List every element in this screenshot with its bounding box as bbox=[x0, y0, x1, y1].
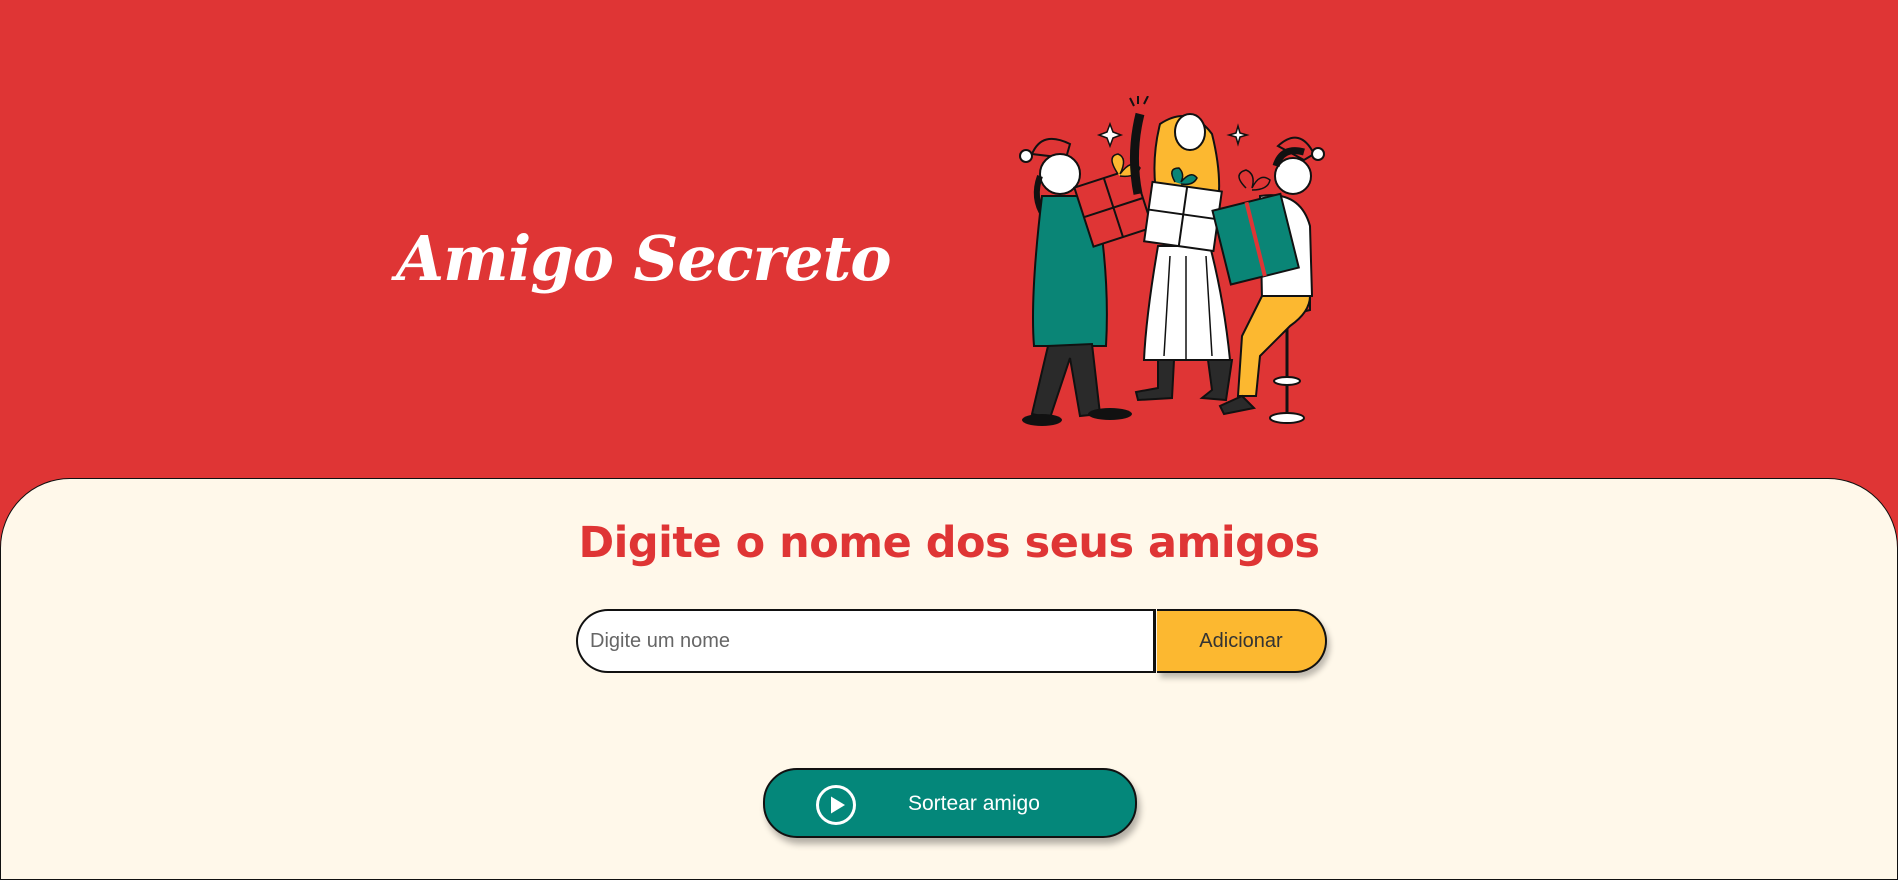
play-circle-icon bbox=[816, 785, 856, 825]
header-banner: Amigo Secreto bbox=[0, 0, 1898, 480]
app-title: Amigo Secreto bbox=[396, 222, 892, 295]
section-heading: Digite o nome dos seus amigos bbox=[578, 518, 1320, 568]
friends-gift-illustration bbox=[1019, 96, 1325, 426]
name-entry-group: Adicionar bbox=[576, 609, 1327, 673]
draw-friend-button[interactable]: Sortear amigo bbox=[763, 768, 1137, 838]
name-input[interactable] bbox=[576, 609, 1156, 673]
add-button[interactable]: Adicionar bbox=[1157, 609, 1327, 673]
draw-button-label: Sortear amigo bbox=[908, 792, 1040, 815]
